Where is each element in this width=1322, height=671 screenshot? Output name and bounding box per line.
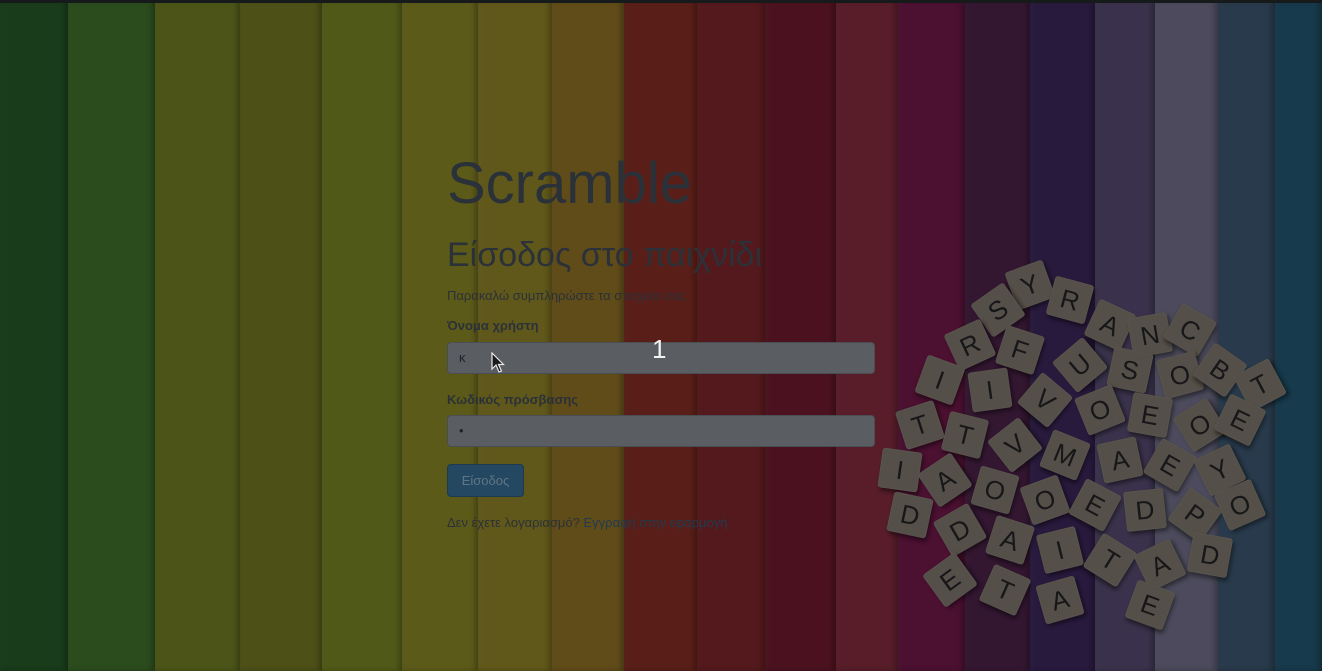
password-field[interactable]: • — [447, 415, 875, 447]
mouse-cursor-icon — [491, 352, 505, 373]
app-title: Scramble — [447, 151, 692, 216]
login-button[interactable]: Είσοδος — [447, 464, 524, 497]
login-heading: Είσοδος στο παιχνίδι — [447, 236, 763, 274]
username-label: Όνομα χρήστη — [447, 318, 539, 333]
register-prompt: Δεν έχετε λογαριασμό? Εγγραφή στην εφαρμ… — [447, 515, 727, 530]
game-login-screen: YRSANCRFUSOBTIIVOEOETTVMAEYIAOOEDPODDAIT… — [0, 0, 1322, 671]
instructions-text: Παρακαλώ συμπληρώστε τα στοιχεία σας — [447, 288, 686, 303]
no-account-text: Δεν έχετε λογαριασμό? — [447, 515, 580, 530]
step-number-badge: 1 — [652, 334, 667, 364]
register-link[interactable]: Εγγραφή στην εφαρμογή — [584, 515, 728, 530]
password-label: Κωδικός πρόσβασης — [447, 392, 579, 407]
